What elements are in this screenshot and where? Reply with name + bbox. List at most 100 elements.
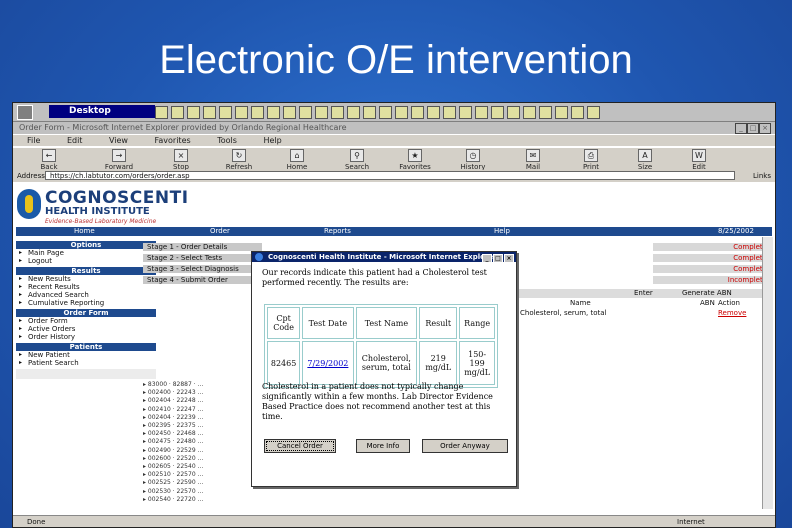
desktop-button[interactable]: Desktop: [49, 105, 155, 118]
close-icon[interactable]: ×: [504, 254, 514, 263]
address-label: Address: [17, 172, 45, 180]
quicklaunch-icon[interactable]: [299, 106, 312, 119]
quicklaunch-icon[interactable]: [443, 106, 456, 119]
maximize-icon[interactable]: □: [747, 123, 759, 134]
stage-row[interactable]: Stage 2 - Select Tests: [143, 254, 262, 262]
quicklaunch-icon[interactable]: [267, 106, 280, 119]
home-button[interactable]: ⌂ Home: [277, 149, 317, 171]
site-navbar: Home Order Reports Help 8/25/2002: [16, 227, 772, 236]
search-button[interactable]: ⚲ Search: [337, 149, 377, 171]
os-taskbar: Desktop: [13, 103, 775, 122]
size-button[interactable]: A Size: [625, 149, 665, 171]
mail-icon: ✉: [526, 149, 540, 162]
sidebar-item-order-form[interactable]: Order Form: [16, 317, 156, 325]
window-titlebar: Order Form - Microsoft Internet Explorer…: [13, 122, 775, 134]
quicklaunch-icon[interactable]: [587, 106, 600, 119]
quicklaunch-icon[interactable]: [571, 106, 584, 119]
generate-abn-button[interactable]: Generate ABN: [682, 289, 732, 298]
address-input[interactable]: https://ch.labtutor.com/orders/order.asp: [45, 171, 735, 180]
nav-order[interactable]: Order: [210, 227, 230, 236]
stop-button[interactable]: × Stop: [161, 149, 201, 171]
menu-help[interactable]: Help: [263, 136, 281, 145]
edit-button[interactable]: W Edit: [679, 149, 719, 171]
nav-help[interactable]: Help: [494, 227, 510, 236]
minimize-icon[interactable]: _: [735, 123, 747, 134]
more-info-button[interactable]: More Info: [356, 439, 410, 453]
order-test-panel: Enter Generate ABN Name ABN Action Chole…: [518, 289, 772, 319]
refresh-button[interactable]: ↻ Refresh: [219, 149, 259, 171]
sidebar-item-new-results[interactable]: New Results: [16, 275, 156, 283]
sidebar-item-main-page[interactable]: Main Page: [16, 249, 156, 257]
quicklaunch-icon[interactable]: [187, 106, 200, 119]
start-icon[interactable]: [17, 105, 33, 120]
quicklaunch-icon[interactable]: [427, 106, 440, 119]
print-button[interactable]: ⎙ Print: [571, 149, 611, 171]
test-panel-header: Enter Generate ABN: [518, 289, 772, 298]
result-cell: 219 mg/dL: [419, 341, 458, 385]
stage-row[interactable]: Stage 1 - Order Details: [143, 243, 262, 251]
quicklaunch-icon[interactable]: [331, 106, 344, 119]
quicklaunch-icon[interactable]: [203, 106, 216, 119]
quicklaunch-icon[interactable]: [347, 106, 360, 119]
menu-file[interactable]: File: [27, 136, 40, 145]
quicklaunch-icon[interactable]: [379, 106, 392, 119]
back-button[interactable]: ← Back: [29, 149, 69, 171]
quicklaunch-icon[interactable]: [523, 106, 536, 119]
maximize-icon[interactable]: □: [493, 254, 503, 263]
col-range: Range: [459, 307, 495, 339]
sidebar-item-cumulative-reporting[interactable]: Cumulative Reporting: [16, 299, 156, 307]
menu-tools[interactable]: Tools: [217, 136, 237, 145]
sidebar-item-logout[interactable]: Logout: [16, 257, 156, 265]
abn-header: ABN: [700, 299, 715, 307]
close-icon[interactable]: ×: [759, 123, 771, 134]
minimize-icon[interactable]: _: [482, 254, 492, 263]
forward-button[interactable]: → Forward: [99, 149, 139, 171]
quicklaunch-icon[interactable]: [539, 106, 552, 119]
sidebar-item-order-history[interactable]: Order History: [16, 333, 156, 341]
sidebar-item-recent-results[interactable]: Recent Results: [16, 283, 156, 291]
quicklaunch-icon[interactable]: [235, 106, 248, 119]
nav-home[interactable]: Home: [74, 227, 95, 236]
sidebar-item-patient-search[interactable]: Patient Search: [16, 359, 156, 367]
quicklaunch-icon[interactable]: [155, 106, 168, 119]
quicklaunch-icon[interactable]: [363, 106, 376, 119]
quicklaunch-icon[interactable]: [555, 106, 568, 119]
sidebar-item-advanced-search[interactable]: Advanced Search: [16, 291, 156, 299]
favorites-button[interactable]: ★ Favorites: [395, 149, 435, 171]
quicklaunch-icon[interactable]: [283, 106, 296, 119]
quicklaunch-icon[interactable]: [251, 106, 264, 119]
quicklaunch-icon[interactable]: [491, 106, 504, 119]
quicklaunch-icon[interactable]: [507, 106, 520, 119]
quicklaunch-icon[interactable]: [459, 106, 472, 119]
test-date-link[interactable]: 7/29/2002: [307, 359, 348, 368]
history-button[interactable]: ◷ History: [453, 149, 493, 171]
enter-button[interactable]: Enter: [634, 289, 653, 298]
menu-edit[interactable]: Edit: [67, 136, 83, 145]
quicklaunch-icon[interactable]: [395, 106, 408, 119]
forward-icon: →: [112, 149, 126, 162]
links-label[interactable]: Links: [753, 170, 771, 182]
menu-favorites[interactable]: Favorites: [155, 136, 191, 145]
sidebar-spacer: [16, 369, 156, 379]
vertical-scrollbar[interactable]: [762, 237, 773, 509]
quicklaunch-icon[interactable]: [315, 106, 328, 119]
cancel-order-button[interactable]: Cancel Order: [264, 439, 336, 453]
site-logo[interactable]: COGNOSCENTI HEALTH INSTITUTE Evidence-Ba…: [17, 185, 197, 225]
mail-button[interactable]: ✉ Mail: [513, 149, 553, 171]
stage-row[interactable]: Stage 3 - Select Diagnosis: [143, 265, 262, 273]
sidebar-heading-options: Options: [16, 241, 156, 249]
history-icon: ◷: [466, 149, 480, 162]
quicklaunch-icon[interactable]: [475, 106, 488, 119]
stage-row[interactable]: Stage 4 - Submit Order: [143, 276, 262, 284]
order-anyway-button[interactable]: Order Anyway: [422, 439, 508, 453]
sidebar-item-active-orders[interactable]: Active Orders: [16, 325, 156, 333]
favorites-icon: ★: [408, 149, 422, 162]
quicklaunch-icon[interactable]: [411, 106, 424, 119]
quicklaunch-icon[interactable]: [171, 106, 184, 119]
quicklaunch-icon[interactable]: [219, 106, 232, 119]
remove-link[interactable]: Remove: [718, 309, 746, 318]
menu-view[interactable]: View: [109, 136, 128, 145]
sidebar-heading-patients: Patients: [16, 343, 156, 351]
nav-reports[interactable]: Reports: [324, 227, 351, 236]
sidebar-item-new-patient[interactable]: New Patient: [16, 351, 156, 359]
